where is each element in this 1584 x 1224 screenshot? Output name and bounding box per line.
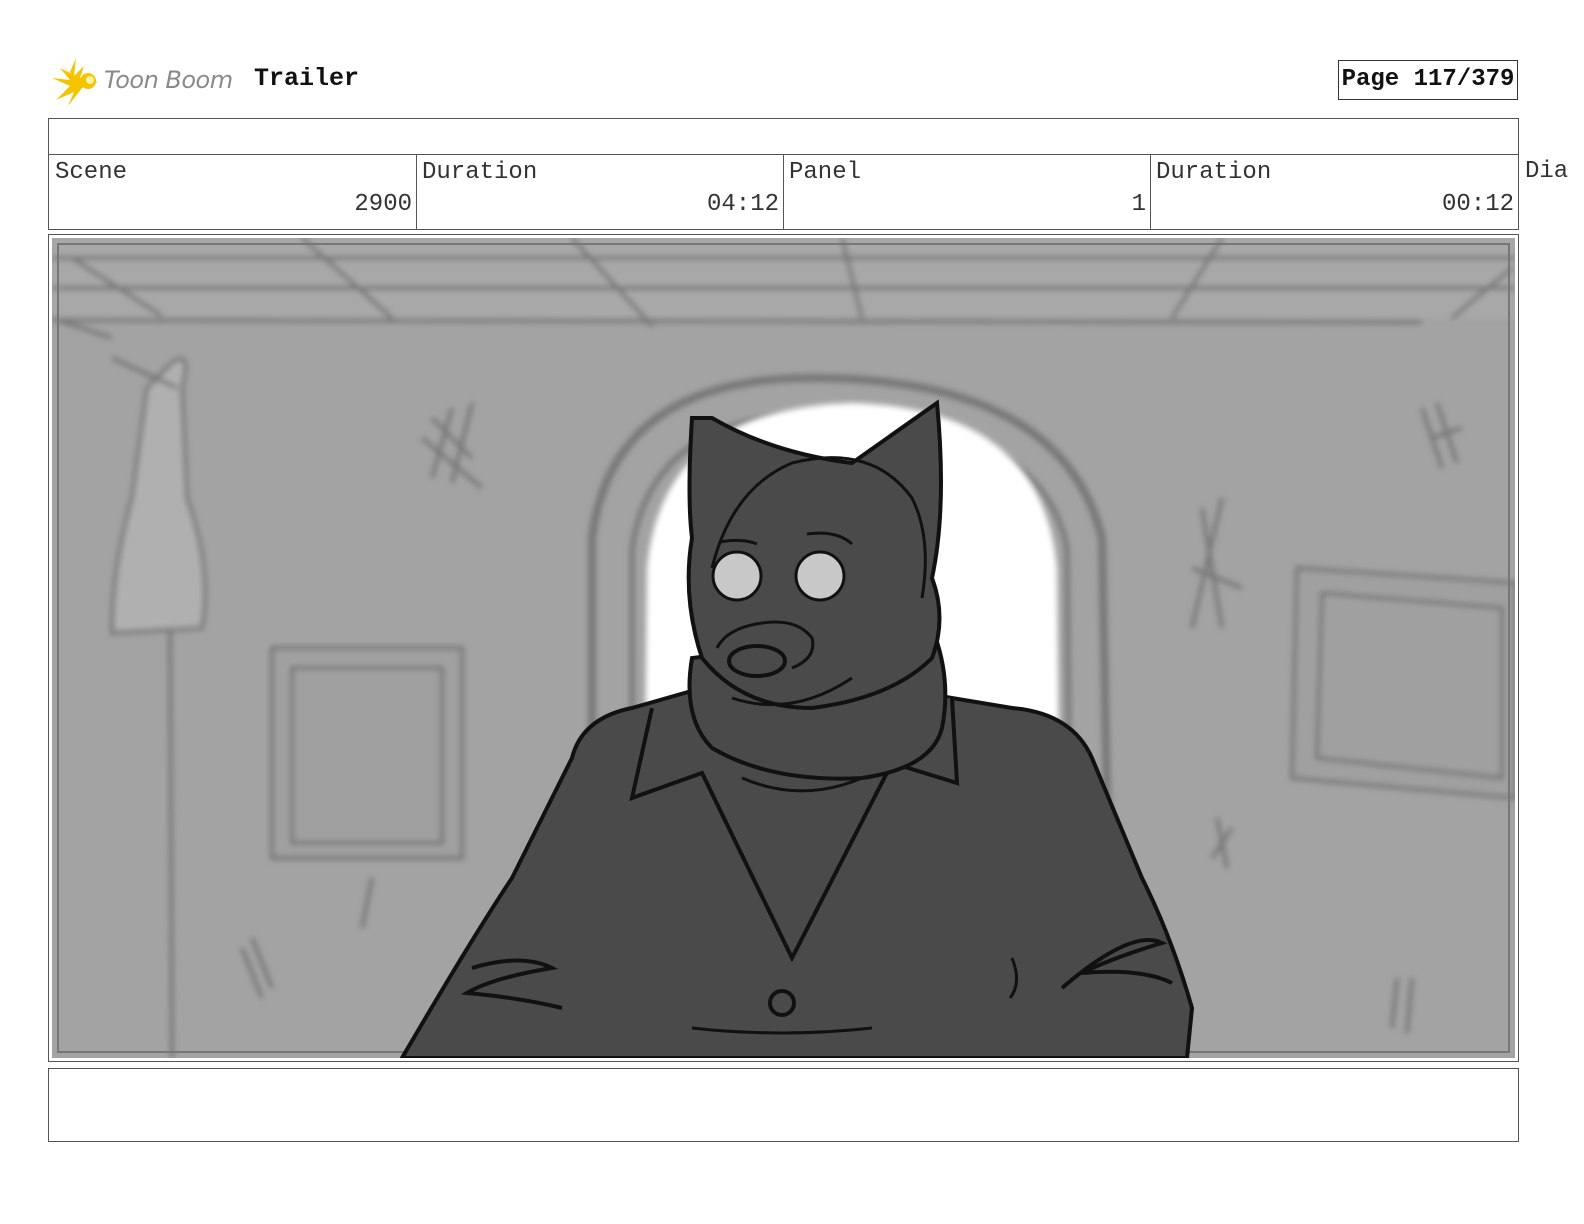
project-title: Trailer — [254, 64, 360, 93]
toon-boom-logo: Toon Boom — [50, 56, 240, 108]
sequence-title-row — [48, 118, 1519, 155]
scene-value: 2900 — [354, 191, 412, 218]
panel-info-row: Scene 2900 Duration 04:12 Panel 1 Durati… — [48, 154, 1519, 230]
scene-duration-label: Duration — [422, 159, 538, 186]
scene-duration-cell: Duration 04:12 — [416, 155, 784, 229]
action-notes-box — [48, 1068, 1519, 1142]
panel-label: Panel — [789, 159, 862, 186]
brand-name: Toon Boom — [104, 66, 233, 94]
storyboard-sketch — [52, 238, 1515, 1058]
panel-value: 1 — [1131, 191, 1146, 218]
toon-boom-starburst-icon — [52, 58, 98, 106]
scene-label: Scene — [55, 159, 128, 186]
panel-duration-cell: Duration 00:12 — [1150, 155, 1518, 229]
scene-duration-value: 04:12 — [706, 191, 779, 218]
panel-duration-label: Duration — [1156, 159, 1272, 186]
page-indicator: Page 117/379 — [1338, 60, 1518, 100]
storyboard-panel-image — [48, 234, 1519, 1062]
panel-cell: Panel 1 — [783, 155, 1151, 229]
scene-cell: Scene 2900 — [49, 155, 417, 229]
panel-duration-value: 00:12 — [1441, 191, 1514, 218]
dialogue-label: Dia — [1525, 158, 1569, 185]
